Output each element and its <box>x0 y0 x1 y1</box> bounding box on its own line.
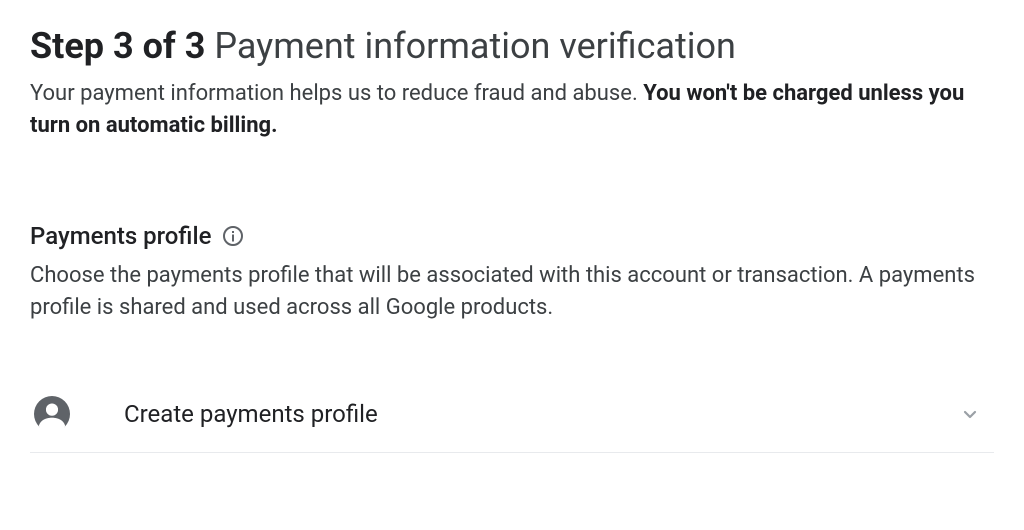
page-heading: Step 3 of 3 Payment information verifica… <box>30 24 994 68</box>
intro-regular: Your payment information helps us to red… <box>30 81 643 106</box>
profile-section-description: Choose the payments profile that will be… <box>30 260 994 324</box>
create-payments-profile-selector[interactable]: Create payments profile <box>30 384 994 453</box>
person-icon <box>34 396 70 432</box>
chevron-down-icon <box>956 400 984 428</box>
profile-section-header: Payments profile <box>30 222 994 250</box>
step-number: Step 3 of 3 <box>30 25 205 67</box>
selector-label: Create payments profile <box>124 400 956 428</box>
page-title: Payment information verification <box>214 25 736 67</box>
profile-section-title: Payments profile <box>30 222 211 250</box>
intro-text: Your payment information helps us to red… <box>30 78 994 142</box>
info-icon[interactable] <box>221 224 245 248</box>
